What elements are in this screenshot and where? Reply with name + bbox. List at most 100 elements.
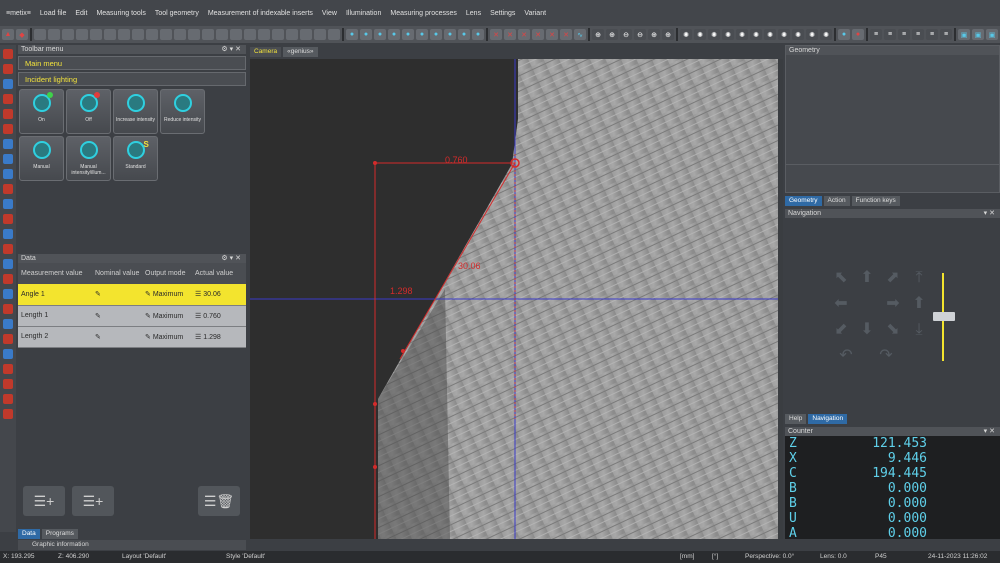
measure-tool-icon[interactable] [3,124,13,134]
measure-tool-icon[interactable] [3,394,13,404]
color-icon[interactable]: ● [852,29,864,40]
window-icon[interactable]: ▣ [958,29,970,40]
light-icon[interactable]: ✺ [750,29,762,40]
diamond-tool-icon[interactable]: ◆ [16,29,28,40]
nav-top-icon[interactable]: ⤒ [908,267,930,289]
light-off-button[interactable]: Off [66,89,111,134]
menu-tool-geometry[interactable]: Tool geometry [155,10,199,17]
panel-controls[interactable]: ⚙▾✕ [221,254,246,263]
tool-icon[interactable] [286,29,298,40]
zoom-icon[interactable]: ⊕ [606,29,618,40]
tool-icon[interactable] [230,29,242,40]
nav-up-right-icon[interactable]: ⬈ [882,267,904,289]
add-row-button[interactable]: ☰+ [23,486,65,516]
misc-icon[interactable]: ≡ [940,29,952,40]
tool-icon[interactable] [314,29,326,40]
tab-help[interactable]: Help [785,414,807,424]
measure-tool-icon[interactable] [3,289,13,299]
menu-indexable-inserts[interactable]: Measurement of indexable inserts [208,10,313,17]
tool-icon[interactable] [160,29,172,40]
color-icon[interactable]: ● [838,29,850,40]
measure-icon[interactable]: ✕ [504,29,516,40]
lens-icon[interactable]: ● [402,29,414,40]
table-row[interactable]: Length 1 ✎ ✎ Maximum ☰ 0.760 [18,305,246,327]
lens-icon[interactable]: ● [388,29,400,40]
increase-intensity-button[interactable]: Increase intensity [113,89,158,134]
zoom-icon[interactable]: ⊕ [662,29,674,40]
lens-icon[interactable]: ● [346,29,358,40]
nav-right-icon[interactable]: ➡ [882,293,904,315]
panel-controls[interactable]: ▾✕ [984,209,1000,218]
rotate-right-icon[interactable]: ↷ [875,345,897,367]
tool-icon[interactable] [118,29,130,40]
measure-tool-icon[interactable] [3,364,13,374]
window-icon[interactable]: ▣ [986,29,998,40]
menu-measuring-tools[interactable]: Measuring tools [96,10,145,17]
standard-button[interactable]: S Standard [113,136,158,181]
light-icon[interactable]: ✺ [680,29,692,40]
light-icon[interactable]: ✺ [736,29,748,40]
measure-tool-icon[interactable] [3,94,13,104]
camera-view[interactable]: 0.760 1.298 30.06 [250,59,778,539]
menu-measuring-processes[interactable]: Measuring processes [390,10,457,17]
measure-tool-icon[interactable] [3,214,13,224]
measure-tool-icon[interactable] [3,259,13,269]
delete-row-button[interactable]: ☰🗑 [198,486,240,516]
rotate-left-icon[interactable]: ↶ [835,345,857,367]
measure-tool-icon[interactable] [3,304,13,314]
table-row[interactable]: Length 2 ✎ ✎ Maximum ☰ 1.298 [18,326,246,348]
menu-variant[interactable]: Variant [524,10,546,17]
measure-tool-icon[interactable] [3,334,13,344]
measure-tool-icon[interactable] [3,229,13,239]
tab-navigation[interactable]: Navigation [808,414,848,424]
menu-settings[interactable]: Settings [490,10,515,17]
tab-genius[interactable]: «genius» [283,47,318,57]
light-icon[interactable]: ✺ [806,29,818,40]
nav-down-right-icon[interactable]: ⬊ [882,319,904,341]
misc-icon[interactable]: ≡ [912,29,924,40]
light-icon[interactable]: ✺ [820,29,832,40]
reduce-intensity-button[interactable]: Reduce intensity [160,89,205,134]
measure-tool-icon[interactable] [3,349,13,359]
tool-icon[interactable] [300,29,312,40]
light-on-button[interactable]: On [19,89,64,134]
tool-icon[interactable] [244,29,256,40]
nav-down-icon[interactable]: ⬇ [856,319,878,341]
tool-icon[interactable] [104,29,116,40]
nav-down-left-icon[interactable]: ⬋ [830,319,852,341]
measure-tool-icon[interactable] [3,64,13,74]
zoom-icon[interactable]: ⊕ [592,29,604,40]
panel-controls[interactable]: ▾✕ [984,427,1000,436]
misc-icon[interactable]: ≡ [898,29,910,40]
pencil-icon[interactable]: ✎ [92,284,142,306]
lens-icon[interactable]: ● [374,29,386,40]
lens-icon[interactable]: ● [472,29,484,40]
zoom-icon[interactable]: ⊖ [634,29,646,40]
speed-slider-handle[interactable] [933,312,955,321]
pencil-icon[interactable]: ✎ [145,313,151,320]
manual-button[interactable]: Manual [19,136,64,181]
measure-tool-icon[interactable] [3,109,13,119]
measure-tool-icon[interactable] [3,169,13,179]
tab-action[interactable]: Action [823,196,850,206]
insert-row-button[interactable]: ☰+ [72,486,114,516]
tool-icon[interactable] [76,29,88,40]
light-icon[interactable]: ✺ [722,29,734,40]
pencil-icon[interactable]: ✎ [92,305,142,327]
tool-icon[interactable] [174,29,186,40]
tool-icon[interactable] [146,29,158,40]
tab-data[interactable]: Data [18,529,40,539]
pencil-icon[interactable]: ✎ [145,334,151,341]
tool-icon[interactable] [90,29,102,40]
measure-icon[interactable]: ✕ [532,29,544,40]
light-icon[interactable]: ✺ [792,29,804,40]
measure-tool-icon[interactable] [3,184,13,194]
measure-icon[interactable]: ✕ [490,29,502,40]
tool-icon[interactable] [132,29,144,40]
lens-icon[interactable]: ● [416,29,428,40]
menu-lens[interactable]: Lens [466,10,481,17]
measure-tool-icon[interactable] [3,49,13,59]
main-menu-link[interactable]: Main menu [18,56,246,70]
tool-icon[interactable] [62,29,74,40]
misc-icon[interactable]: ≡ [870,29,882,40]
